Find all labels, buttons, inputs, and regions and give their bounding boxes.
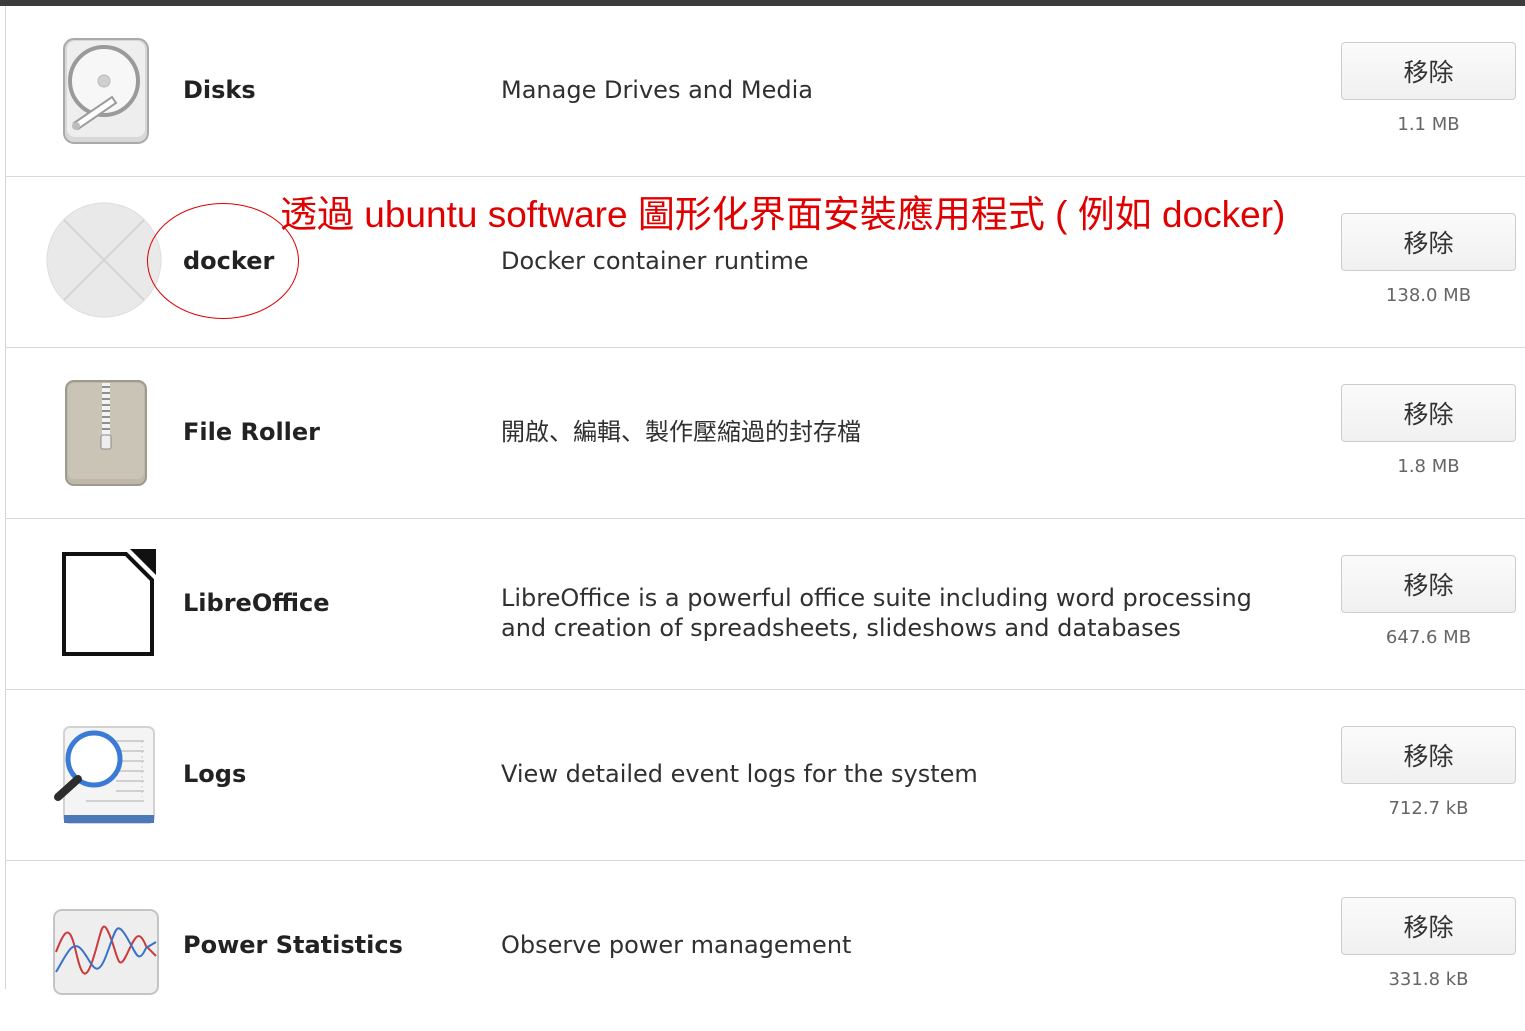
app-name: LibreOffice [183,589,330,617]
app-description: Docker container runtime [501,246,1301,276]
app-name: Power Statistics [183,931,403,959]
installed-apps-list: Disks Manage Drives and Media 移除 1.1 MB … [6,6,1525,1031]
app-name: File Roller [183,418,321,446]
app-row-logs[interactable]: Logs View detailed event logs for the sy… [6,690,1525,861]
file-roller-icon [46,373,166,493]
description-line: Docker container runtime [501,247,809,275]
app-size: 712.7 kB [1388,798,1469,819]
description-line: Observe power management [501,931,852,959]
remove-button[interactable]: 移除 [1341,42,1516,100]
app-size: 1.1 MB [1397,114,1460,135]
app-name: Disks [183,76,256,104]
app-size: 331.8 kB [1388,969,1469,990]
description-line: LibreOffice is a powerful office suite i… [501,584,1252,612]
description-line: View detailed event logs for the system [501,760,978,788]
app-size: 138.0 MB [1385,285,1472,306]
remove-button[interactable]: 移除 [1341,384,1516,442]
app-description: 開啟、編輯、製作壓縮過的封存檔 [501,417,1301,447]
app-description: View detailed event logs for the system [501,759,1301,789]
remove-button[interactable]: 移除 [1341,555,1516,613]
remove-button[interactable]: 移除 [1341,726,1516,784]
app-row-power-statistics[interactable]: Power Statistics Observe power managemen… [6,861,1525,1031]
disks-icon [46,31,166,151]
app-description: Manage Drives and Media [501,75,1301,105]
description-line: Manage Drives and Media [501,76,813,104]
app-description: LibreOffice is a powerful office suite i… [501,583,1301,643]
libreoffice-icon [46,544,166,664]
app-size: 1.8 MB [1397,456,1460,477]
app-row-file-roller[interactable]: File Roller 開啟、編輯、製作壓縮過的封存檔 移除 1.8 MB [6,348,1525,519]
description-line: 開啟、編輯、製作壓縮過的封存檔 [501,418,861,446]
app-description: Observe power management [501,930,1301,960]
description-line: and creation of spreadsheets, slideshows… [501,614,1181,642]
power-statistics-icon [46,886,166,1006]
app-size: 647.6 MB [1385,627,1472,648]
annotation-text: 透過 ubuntu software 圖形化界面安裝應用程式 ( 例如 dock… [280,194,1286,235]
app-name: Logs [183,760,247,788]
highlight-ellipse [147,203,299,319]
remove-button[interactable]: 移除 [1341,897,1516,955]
app-row-disks[interactable]: Disks Manage Drives and Media 移除 1.1 MB [6,6,1525,177]
app-row-libreoffice[interactable]: LibreOffice LibreOffice is a powerful of… [6,519,1525,690]
logs-icon [46,715,166,835]
remove-button[interactable]: 移除 [1341,213,1516,271]
